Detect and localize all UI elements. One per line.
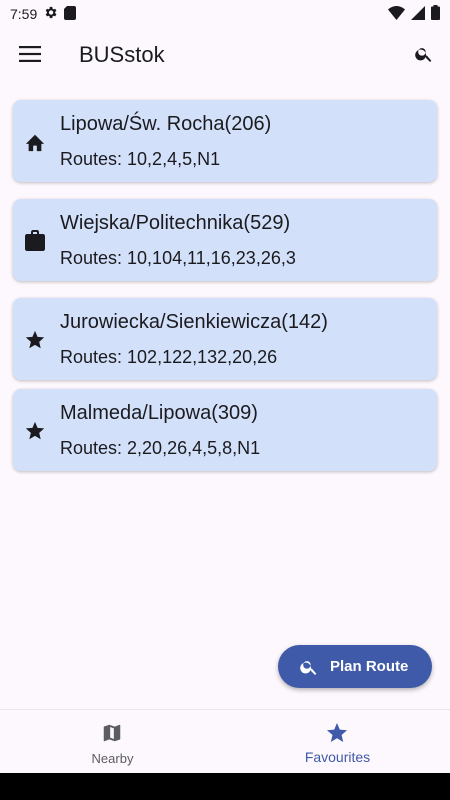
stop-name: Malmeda/Lipowa(309) (60, 402, 258, 424)
nav-item-nearby[interactable]: Nearby (0, 710, 225, 774)
nav-label-favourites: Favourites (304, 749, 371, 765)
search-icon (414, 44, 434, 69)
wifi-icon (388, 5, 405, 23)
sd-card-icon (64, 5, 77, 23)
status-left: 7:59 (10, 5, 77, 23)
star-icon (325, 721, 349, 745)
home-icon (23, 130, 47, 154)
stop-name: Lipowa/Św. Rocha(206) (60, 113, 272, 135)
stop-name: Jurowiecka/Sienkiewicza(142) (60, 311, 328, 333)
stop-routes: Routes: 10,104,11,16,23,26,3 (60, 248, 296, 268)
app-bar: BUSstok (0, 28, 450, 84)
search-button[interactable] (412, 44, 436, 68)
system-nav-bar (0, 773, 450, 800)
briefcase-icon (23, 229, 47, 253)
star-icon (23, 419, 47, 443)
stop-card[interactable]: Malmeda/Lipowa(309) Routes: 2,20,26,4,5,… (13, 389, 437, 471)
battery-icon (431, 5, 440, 23)
bottom-nav: Nearby Favourites (0, 709, 450, 773)
plan-route-label: Plan Route (330, 658, 409, 675)
stop-routes: Routes: 102,122,132,20,26 (60, 347, 278, 367)
plan-route-button[interactable]: Plan Route (278, 645, 432, 688)
map-icon (100, 721, 124, 745)
status-right (388, 5, 440, 23)
search-icon (298, 656, 320, 678)
menu-icon (19, 45, 41, 67)
signal-icon (411, 5, 425, 23)
gear-icon (43, 5, 58, 23)
stop-routes: Routes: 2,20,26,4,5,8,N1 (60, 438, 261, 458)
stop-card[interactable]: Wiejska/Politechnika(529) Routes: 10,104… (13, 199, 437, 281)
stop-name: Wiejska/Politechnika(529) (60, 212, 291, 234)
star-icon (23, 328, 47, 352)
app-title: BUSstok (79, 42, 165, 67)
status-bar: 7:59 (0, 0, 450, 28)
menu-button[interactable] (18, 44, 42, 68)
favourites-list: Lipowa/Św. Rocha(206) Routes: 10,2,4,5,N… (13, 100, 437, 488)
nav-item-favourites[interactable]: Favourites (225, 710, 450, 774)
status-time: 7:59 (10, 6, 38, 22)
stop-routes: Routes: 10,2,4,5,N1 (60, 149, 221, 169)
stop-card[interactable]: Lipowa/Św. Rocha(206) Routes: 10,2,4,5,N… (13, 100, 437, 182)
stop-card[interactable]: Jurowiecka/Sienkiewicza(142) Routes: 102… (13, 298, 437, 380)
nav-label-nearby: Nearby (91, 751, 134, 766)
